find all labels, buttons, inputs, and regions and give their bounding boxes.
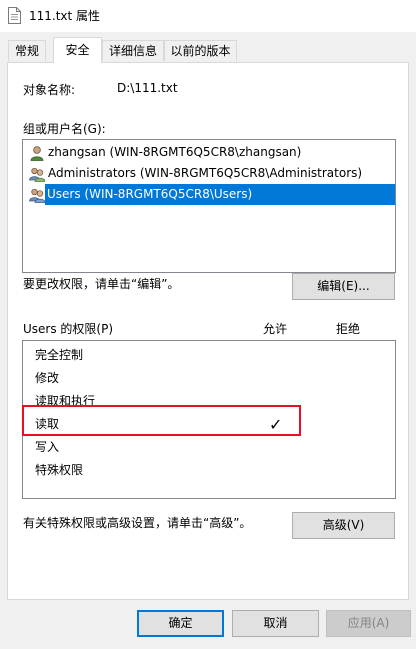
list-item-selected[interactable]: Users (WIN-8RGMT6Q5CR8\Users) (45, 184, 395, 205)
permission-item: 完全控制 (35, 348, 84, 362)
list-item[interactable]: Administrators (WIN-8RGMT6Q5CR8\Administ… (24, 163, 394, 184)
permission-item: 修改 (35, 371, 60, 385)
window-title: 111.txt 属性 (29, 9, 101, 23)
ok-button[interactable]: 确定 (137, 610, 224, 637)
cancel-button[interactable]: 取消 (232, 610, 319, 637)
apply-button[interactable]: 应用(A) (326, 610, 411, 637)
advanced-hint: 有关特殊权限或高级设置，请单击“高级”。 (23, 516, 252, 530)
permissions-label: Users 的权限(P) (23, 322, 114, 336)
list-item-label: zhangsan (WIN-8RGMT6Q5CR8\zhangsan) (48, 145, 302, 159)
advanced-button[interactable]: 高级(V) (292, 512, 395, 539)
tab-general[interactable]: 常规 (8, 40, 46, 61)
group-user-list[interactable]: zhangsan (WIN-8RGMT6Q5CR8\zhangsan) Admi… (22, 139, 396, 273)
user-icon (30, 146, 44, 161)
permission-item: 特殊权限 (35, 463, 84, 477)
edit-button[interactable]: 编辑(E)... (292, 273, 395, 300)
tab-security[interactable]: 安全 (53, 37, 102, 63)
text-file-icon (8, 7, 21, 24)
edit-hint: 要更改权限，请单击“编辑”。 (23, 277, 180, 291)
highlight-box (22, 405, 301, 436)
groups-label: 组或用户名(G): (23, 122, 106, 136)
group-icon (29, 188, 45, 203)
list-item-label: Users (WIN-8RGMT6Q5CR8\Users) (47, 187, 253, 201)
deny-header: 拒绝 (336, 322, 361, 336)
title-bar: 111.txt 属性 (0, 0, 416, 32)
permission-item: 写入 (35, 440, 60, 454)
list-item-label: Administrators (WIN-8RGMT6Q5CR8\Administ… (48, 166, 363, 180)
group-icon (29, 167, 45, 182)
tab-previous-versions[interactable]: 以前的版本 (164, 40, 237, 61)
list-item[interactable]: zhangsan (WIN-8RGMT6Q5CR8\zhangsan) (24, 142, 394, 163)
tab-details[interactable]: 详细信息 (102, 40, 164, 61)
object-name-value: D:\111.txt (117, 81, 178, 95)
object-name-label: 对象名称: (23, 83, 76, 97)
allow-header: 允许 (263, 322, 288, 336)
